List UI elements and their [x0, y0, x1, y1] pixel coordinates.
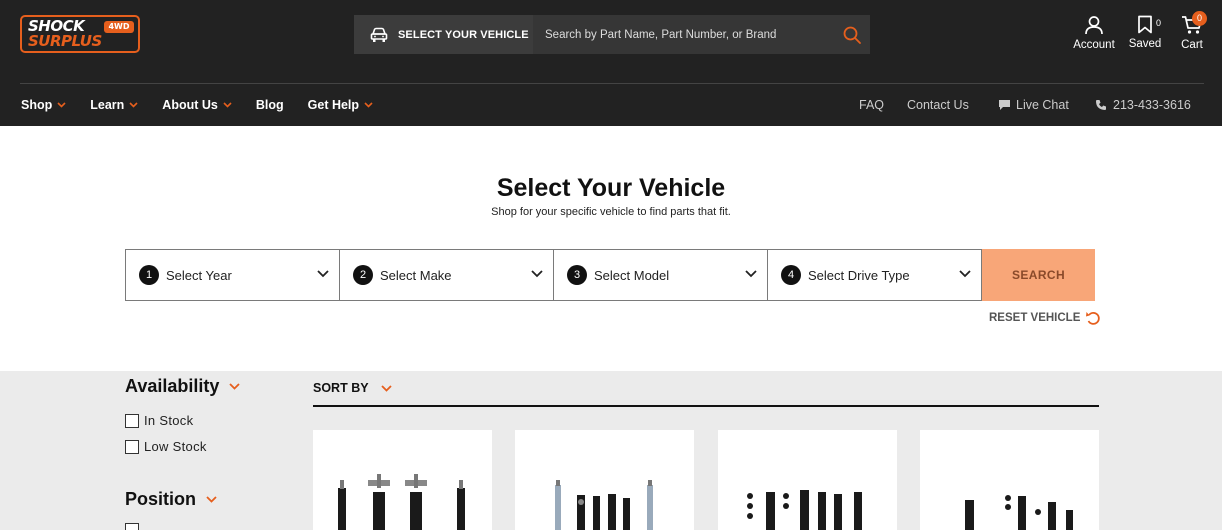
chevron-down-icon — [229, 383, 241, 390]
car-icon — [370, 27, 388, 42]
step-number-badge: 3 — [567, 265, 587, 285]
position-filter-toggle[interactable]: Position — [125, 489, 217, 510]
step-number-badge: 1 — [139, 265, 159, 285]
position-option-checkbox[interactable] — [125, 523, 144, 530]
chevron-down-icon — [129, 102, 138, 108]
live-chat-label: Live Chat — [1016, 98, 1069, 112]
select-model-label: Select Model — [594, 267, 670, 283]
chevron-down-icon — [206, 496, 217, 503]
select-vehicle-button[interactable]: SELECT YOUR VEHICLE — [354, 15, 533, 54]
nav-learn[interactable]: Learn — [90, 96, 138, 114]
faq-link[interactable]: FAQ — [859, 96, 884, 114]
nav-about-us[interactable]: About Us — [162, 96, 232, 114]
sort-divider — [313, 405, 1099, 407]
select-vehicle-subtitle: Shop for your specific vehicle to find p… — [491, 206, 731, 218]
checkbox-box — [125, 413, 139, 428]
position-filter-title: Position — [125, 489, 196, 509]
saved-label: Saved — [1128, 38, 1162, 50]
shock-surplus-logo[interactable]: SHOCK SURPLUS 4WD — [20, 15, 140, 53]
vehicle-selector: 1 Select Year 2 Select Make 3 Select Mod… — [125, 249, 1095, 301]
chat-icon — [999, 100, 1010, 110]
in-stock-checkbox[interactable]: In Stock — [125, 413, 193, 428]
product-card[interactable] — [718, 430, 897, 530]
in-stock-label: In Stock — [144, 413, 194, 428]
cart-count-badge: 0 — [1192, 11, 1207, 26]
saved-link[interactable]: 0 Saved — [1125, 15, 1165, 50]
select-make-dropdown[interactable]: 2 Select Make — [339, 249, 554, 301]
nav-shop-label: Shop — [21, 98, 53, 112]
account-label: Account — [1073, 39, 1115, 51]
reset-vehicle-label: RESET VEHICLE — [989, 312, 1081, 324]
nav-blog-label: Blog — [255, 98, 284, 112]
product-card[interactable] — [313, 430, 492, 530]
phone-label: 213-433-3616 — [1113, 98, 1191, 112]
shock-kit-image — [338, 474, 465, 530]
sort-by-dropdown[interactable]: SORT BY — [313, 381, 392, 395]
select-vehicle-title: Select Your Vehicle — [496, 174, 726, 202]
vehicle-search-button[interactable]: SEARCH — [982, 249, 1095, 301]
search-input[interactable] — [533, 15, 870, 54]
chevron-down-icon — [364, 102, 373, 108]
chevron-down-icon — [380, 384, 392, 392]
select-make-label: Select Make — [380, 267, 452, 283]
nav-learn-label: Learn — [90, 98, 125, 112]
search-bar: SELECT YOUR VEHICLE — [354, 15, 870, 54]
shock-kit-image — [555, 480, 653, 530]
chevron-down-icon — [959, 270, 971, 278]
availability-filter-title: Availability — [125, 376, 220, 396]
site-header: SHOCK SURPLUS 4WD SELECT YOUR VEHICLE Se… — [0, 0, 1222, 126]
reset-icon — [1086, 312, 1101, 325]
product-card[interactable] — [920, 430, 1099, 530]
faq-label: FAQ — [859, 98, 885, 112]
chevron-down-icon — [531, 270, 543, 278]
sort-by-label: SORT BY — [313, 381, 369, 395]
cart-label: Cart — [1181, 39, 1203, 51]
chevron-down-icon — [317, 270, 329, 278]
phone-link[interactable]: 213-433-3616 — [1095, 96, 1191, 114]
chevron-down-icon — [745, 270, 757, 278]
low-stock-checkbox[interactable]: Low Stock — [125, 439, 207, 454]
select-drive-type-label: Select Drive Type — [808, 267, 910, 283]
checkbox-box — [125, 523, 139, 530]
availability-filter-toggle[interactable]: Availability — [125, 376, 241, 397]
chevron-down-icon — [57, 102, 66, 108]
checkbox-box — [125, 439, 139, 454]
saved-count: 0 — [1156, 18, 1162, 28]
step-number-badge: 2 — [353, 265, 373, 285]
select-vehicle-label: SELECT YOUR VEHICLE — [398, 28, 529, 41]
product-card[interactable] — [515, 430, 694, 530]
chevron-down-icon — [223, 102, 232, 108]
shock-kit-image — [747, 490, 862, 530]
nav-shop[interactable]: Shop — [21, 96, 66, 114]
contact-us-label: Contact Us — [907, 98, 969, 112]
phone-icon — [1096, 100, 1106, 110]
reset-vehicle-button[interactable]: RESET VEHICLE — [989, 310, 1101, 326]
select-drive-type-dropdown[interactable]: 4 Select Drive Type — [767, 249, 982, 301]
cart-link[interactable]: 0 Cart — [1175, 11, 1209, 51]
header-divider — [20, 83, 1204, 84]
nav-get-help[interactable]: Get Help — [308, 96, 373, 114]
nav-about-us-label: About Us — [162, 98, 218, 112]
select-model-dropdown[interactable]: 3 Select Model — [553, 249, 768, 301]
bookmark-icon — [1138, 15, 1152, 34]
step-number-badge: 4 — [781, 265, 801, 285]
nav-get-help-label: Get Help — [307, 98, 360, 112]
search-icon[interactable] — [842, 25, 862, 45]
logo-badge: 4WD — [104, 21, 134, 33]
user-icon — [1085, 16, 1103, 35]
main-nav: Shop Learn About Us Blog Get Help — [21, 96, 397, 114]
contact-us-link[interactable]: Contact Us — [907, 96, 969, 114]
shock-kit-image — [965, 495, 1073, 530]
nav-blog[interactable]: Blog — [256, 96, 284, 114]
low-stock-label: Low Stock — [144, 439, 207, 454]
live-chat-link[interactable]: Live Chat — [998, 96, 1069, 114]
select-year-label: Select Year — [166, 267, 232, 283]
account-link[interactable]: Account — [1069, 15, 1119, 51]
logo-line2: SURPLUS — [28, 32, 102, 50]
select-year-dropdown[interactable]: 1 Select Year — [125, 249, 340, 301]
